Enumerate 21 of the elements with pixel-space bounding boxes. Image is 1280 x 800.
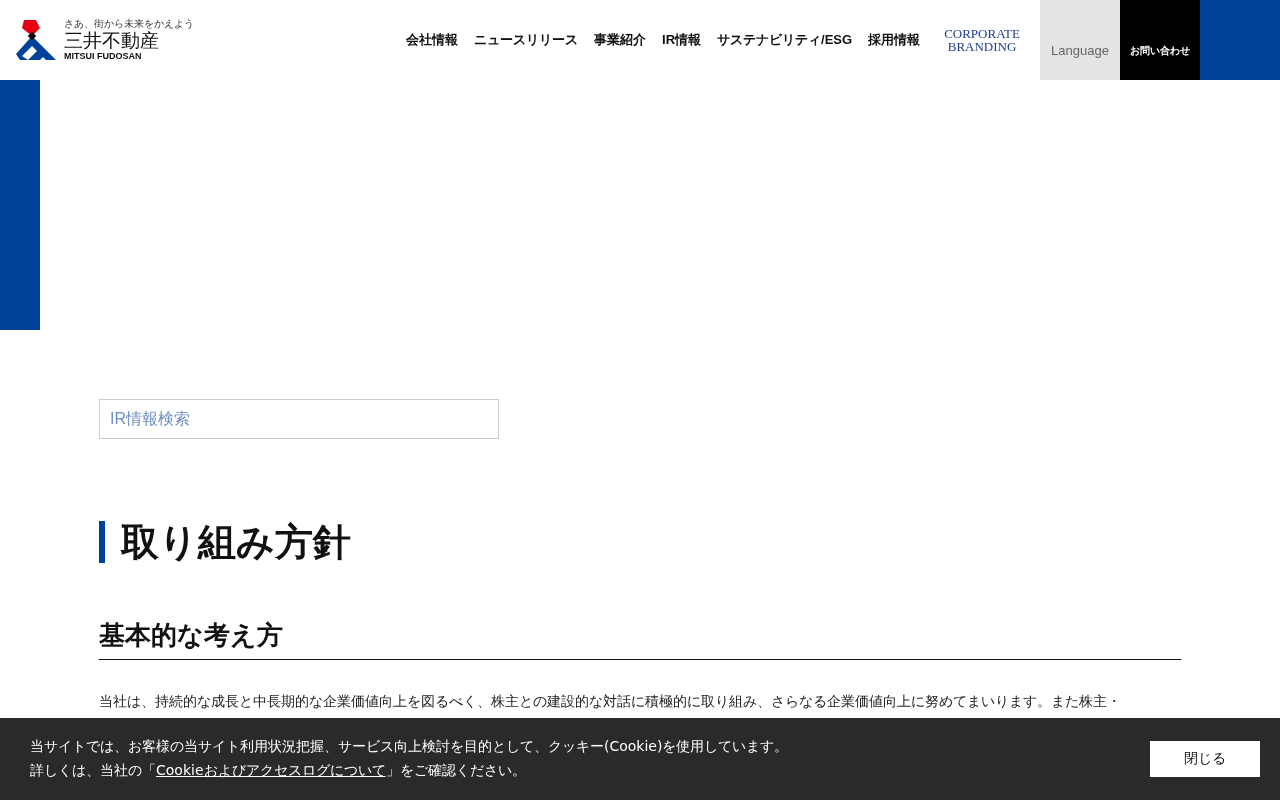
logo-mark-icon (16, 18, 58, 62)
nav-link[interactable]: 事業紹介 (594, 31, 647, 49)
contact-button[interactable]: お問い合わせ (1120, 0, 1200, 80)
close-button[interactable]: 閉じる (1150, 741, 1260, 777)
logo-roman: MITSUI FUDOSAN (64, 52, 143, 61)
nav-link[interactable]: 会社情報 (406, 31, 459, 49)
body-paragraph: 当社は、持続的な成長と中長期的な企業価値向上を図るべく、株主との建設的な対話に積極的に取り組み、さらなる企業価値向上に努めてまいります。また株主・ (99, 692, 1122, 710)
language-button[interactable]: Language (1040, 0, 1120, 80)
section-title: 基本的な考え方 (99, 618, 1181, 660)
corporate-branding-link[interactable]: CORPORATE BRANDING (944, 27, 1020, 53)
logo-tagline: さあ、街から未来をかえよう (64, 19, 194, 29)
nav-link[interactable]: 採用情報 (868, 31, 921, 49)
page-title: 取り組み方針 (99, 521, 1181, 563)
cookie-policy-link[interactable]: Cookieおよびアクセスログについて (156, 762, 386, 778)
search-field[interactable]: IR情報検索 (99, 399, 499, 439)
cookie-details: 詳しくは、当社の「Cookieおよびアクセスログについて」をご確認ください。 (30, 762, 527, 780)
nav-link[interactable]: サステナビリティ/ESG (717, 31, 853, 49)
nav-link[interactable]: ニュースリリース (474, 31, 579, 49)
nav-link[interactable]: IR情報 (662, 31, 702, 49)
logo-name: 三井不動産 (64, 31, 160, 50)
cookie-notice: 当サイトでは、お客様の当サイト利用状況把握、サービス向上検討を目的として、クッキー(Cookie)を使用しています。 (30, 738, 789, 756)
